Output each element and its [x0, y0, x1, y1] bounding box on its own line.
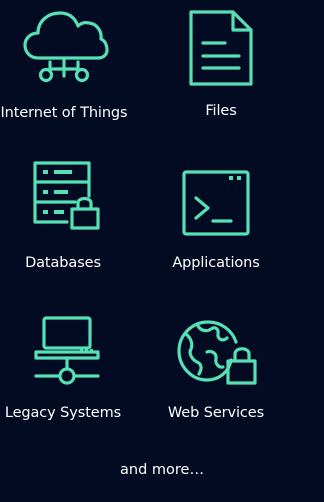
tile-label: Web Services — [167, 405, 265, 421]
tile-applications: Applications — [141, 166, 291, 271]
tile-label: Internet of Things — [0, 105, 128, 121]
tile-databases: Databases — [0, 160, 138, 271]
database-lock-icon — [33, 161, 100, 230]
file-icon — [189, 10, 253, 86]
tile-web-services: Web Services — [141, 312, 291, 421]
and-more-caption: and more… — [120, 462, 204, 478]
laptop-network-icon — [34, 316, 100, 385]
tile-label: Applications — [172, 255, 260, 271]
tile-label: Databases — [25, 255, 101, 271]
tile-legacy-systems: Legacy Systems — [0, 310, 138, 421]
tile-files: Files — [146, 8, 296, 119]
tile-internet-of-things: Internet of Things — [0, 6, 139, 121]
globe-lock-icon — [177, 320, 257, 385]
tile-label: Files — [205, 103, 237, 119]
tile-label: Legacy Systems — [4, 405, 122, 421]
terminal-window-icon — [182, 170, 250, 236]
cloud-iot-icon — [23, 11, 109, 83]
